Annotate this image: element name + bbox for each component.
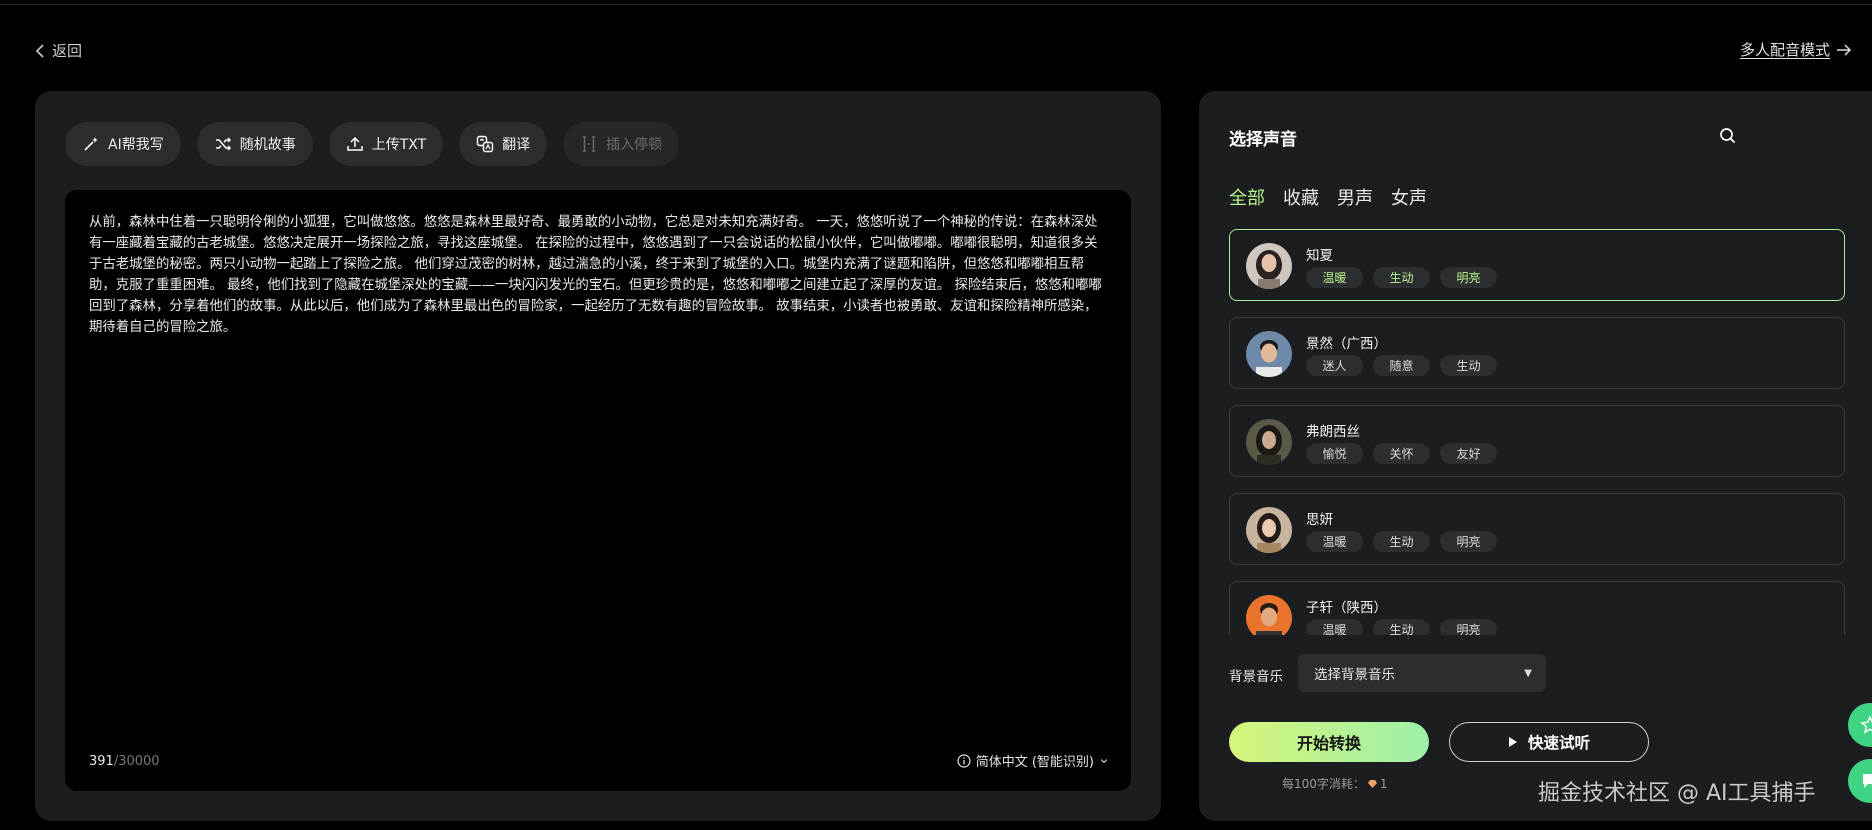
voice-tags: 温暖 生动 明亮 [1306,267,1497,288]
voice-filter-tabs: 全部 收藏 男声 女声 [1229,184,1427,210]
multi-voice-mode-link[interactable]: 多人配音模式 [1740,39,1852,60]
voice-tag: 明亮 [1440,619,1497,635]
voice-tag: 温暖 [1306,267,1363,288]
cost-info: 每100字消耗： 1 [1282,775,1388,792]
ai-write-label: AI帮我写 [108,137,164,153]
search-icon[interactable] [1718,126,1738,146]
translate-button[interactable]: 翻译 [459,122,548,166]
pause-insert-icon [583,136,596,152]
char-max: /30000 [113,754,160,769]
text-editor[interactable]: 从前，森林中住着一只聪明伶俐的小狐狸，它叫做悠悠。悠悠是森林里最好奇、最勇敢的小… [65,190,1131,791]
info-icon [957,753,971,768]
back-button[interactable]: 返回 [34,40,82,61]
random-story-button[interactable]: 随机故事 [196,122,313,166]
avatar [1246,331,1292,377]
play-icon [1508,737,1517,747]
upload-txt-label: 上传TXT [371,137,427,153]
bgm-select-value: 选择背景音乐 [1314,667,1395,683]
watermark: 掘金技术社区 @ AI工具捕手 [1538,781,1816,806]
voice-tag: 明亮 [1440,531,1497,552]
voice-card[interactable]: 知夏 温暖 生动 明亮 [1229,229,1845,301]
language-selector[interactable]: 简体中文 (智能识别) [957,751,1109,770]
upload-icon [346,136,363,151]
voice-name: 知夏 [1306,248,1333,264]
voice-tag: 温暖 [1306,619,1363,635]
voice-name: 景然（广西） [1306,336,1387,352]
tab-favorites[interactable]: 收藏 [1283,184,1319,210]
voice-panel-title: 选择声音 [1229,130,1297,150]
cost-value: 1 [1379,776,1388,791]
voice-name: 弗朗西丝 [1306,424,1360,440]
bgm-select[interactable]: 选择背景音乐 ▼ [1298,654,1546,692]
multi-mode-label: 多人配音模式 [1739,41,1830,59]
random-story-label: 随机故事 [239,137,296,153]
voice-tag: 友好 [1440,443,1497,464]
start-convert-button[interactable]: 开始转换 [1229,722,1429,762]
bgm-label: 背景音乐 [1229,669,1283,685]
tab-all[interactable]: 全部 [1229,184,1265,210]
editor-toolbar: AI帮我写 随机故事 上传TXT 翻译 插入停顿 [65,122,680,166]
voice-tag: 生动 [1373,531,1430,552]
translate-label: 翻译 [502,137,531,153]
chat-icon [1863,774,1872,788]
voice-tag: 迷人 [1306,355,1363,376]
voice-tags: 温暖 生动 明亮 [1306,531,1497,552]
voice-tag: 明亮 [1440,267,1497,288]
editor-panel: AI帮我写 随机故事 上传TXT 翻译 插入停顿 从前，森林中住着一只聪明伶俐的… [35,91,1161,821]
gem-icon [1367,779,1377,788]
voice-panel: 选择声音 全部 收藏 男声 女声 知夏 温暖 生动 明亮 景然（广西） 迷人 随… [1199,91,1872,821]
back-label: 返回 [52,42,83,60]
quick-listen-button[interactable]: 快速试听 [1449,722,1649,762]
avatar [1246,595,1292,635]
voice-name: 思妍 [1306,512,1333,528]
char-counter: 391/30000 [89,754,160,769]
language-label: 简体中文 (智能识别) [975,755,1094,770]
top-divider [0,4,1872,5]
shuffle-icon [215,137,231,151]
chevron-down-icon [1100,758,1108,763]
editor-content[interactable]: 从前，森林中住着一只聪明伶俐的小狐狸，它叫做悠悠。悠悠是森林里最好奇、最勇敢的小… [89,212,1109,338]
voice-card[interactable]: 子轩（陕西） 温暖 生动 明亮 [1229,581,1845,635]
voice-tag: 生动 [1373,619,1430,635]
caret-down-icon: ▼ [1524,668,1532,679]
insert-pause-label: 插入停顿 [606,137,663,153]
quick-listen-label: 快速试听 [1527,734,1590,752]
voice-tag: 温暖 [1306,531,1363,552]
voice-list[interactable]: 知夏 温暖 生动 明亮 景然（广西） 迷人 随意 生动 弗朗西丝 愉悦 关怀 友… [1229,229,1847,635]
ai-write-button[interactable]: AI帮我写 [65,122,181,166]
voice-name: 子轩（陕西） [1306,600,1387,616]
avatar [1246,419,1292,465]
voice-tag: 生动 [1373,267,1430,288]
tab-female[interactable]: 女声 [1391,184,1427,210]
avatar [1246,243,1292,289]
avatar [1246,507,1292,553]
voice-tags: 愉悦 关怀 友好 [1306,443,1497,464]
voice-card[interactable]: 思妍 温暖 生动 明亮 [1229,493,1845,565]
voice-tags: 迷人 随意 生动 [1306,355,1497,376]
voice-tags: 温暖 生动 明亮 [1306,619,1497,635]
insert-pause-button[interactable]: 插入停顿 [563,122,680,166]
voice-card[interactable]: 景然（广西） 迷人 随意 生动 [1229,317,1845,389]
sparkle-icon [84,137,98,151]
cost-text: 每100字消耗： [1282,777,1365,791]
voice-card[interactable]: 弗朗西丝 愉悦 关怀 友好 [1229,405,1845,477]
translate-icon [476,135,494,153]
char-count: 391 [89,754,114,769]
voice-tag: 生动 [1440,355,1497,376]
upload-txt-button[interactable]: 上传TXT [328,122,444,166]
chevron-left-icon [35,43,44,58]
tab-male[interactable]: 男声 [1337,184,1373,210]
voice-tag: 关怀 [1373,443,1430,464]
star-icon [1860,715,1872,734]
voice-tag: 随意 [1373,355,1430,376]
voice-tag: 愉悦 [1306,443,1363,464]
arrow-right-icon [1837,43,1852,56]
